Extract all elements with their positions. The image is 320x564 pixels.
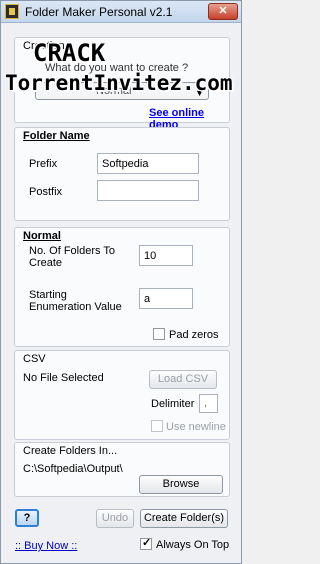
browse-button[interactable]: Browse (139, 475, 223, 494)
folder-name-title: Folder Name (23, 130, 90, 142)
csv-file-status: No File Selected (23, 372, 104, 384)
window-title: Folder Maker Personal v2.1 (25, 5, 173, 19)
always-on-top-checkbox[interactable] (140, 536, 152, 550)
postfix-label: Postfix (29, 186, 63, 198)
folder-count-input[interactable]: 10 (139, 245, 193, 266)
folder-count-label-2: Create (29, 257, 63, 269)
load-csv-button[interactable]: Load CSV (149, 370, 217, 389)
create-in-panel: Create Folders In... C:\Softpedia\Output… (14, 442, 230, 497)
normal-title: Normal (23, 230, 61, 242)
watermark-site: TorrentInvitez.com (5, 71, 233, 95)
pad-zeros-label: Pad zeros (169, 329, 219, 341)
start-value-label-1: Starting (29, 289, 67, 301)
folder-count-label-1: No. Of Folders To (29, 245, 115, 257)
start-value-label-2: Enumeration Value (29, 301, 122, 313)
help-button[interactable]: ? (15, 509, 39, 527)
use-newline-label: Use newline (166, 421, 226, 433)
folder-name-panel: Folder Name Prefix Softpedia Postfix (14, 127, 230, 221)
create-folders-button[interactable]: Create Folder(s) (140, 509, 228, 528)
prefix-label: Prefix (29, 158, 58, 170)
normal-panel: Normal No. Of Folders To Create 10 Start… (14, 227, 230, 347)
postfix-input[interactable] (97, 180, 199, 201)
title-bar[interactable]: Folder Maker Personal v2.1 ✕ (1, 1, 241, 23)
prefix-input[interactable]: Softpedia (97, 153, 199, 174)
csv-title: CSV (23, 353, 46, 365)
use-newline-checkbox[interactable] (151, 420, 163, 432)
close-button[interactable]: ✕ (208, 3, 238, 20)
output-path: C:\Softpedia\Output\ (23, 463, 123, 475)
always-on-top-label: Always On Top (156, 539, 230, 551)
buy-now-link[interactable]: :: Buy Now :: (15, 540, 77, 552)
delimiter-input[interactable]: , (199, 394, 218, 413)
app-icon (5, 4, 19, 19)
delimiter-label: Delimiter (151, 398, 195, 410)
csv-panel: CSV No File Selected Load CSV Delimiter … (14, 350, 230, 440)
start-value-input[interactable]: a (139, 288, 193, 309)
undo-button[interactable]: Undo (96, 509, 134, 528)
watermark-crack: CRACK (33, 39, 106, 67)
app-window: Folder Maker Personal v2.1 ✕ Creation Wh… (0, 0, 242, 564)
create-in-title: Create Folders In... (23, 445, 118, 457)
pad-zeros-checkbox[interactable] (153, 328, 165, 340)
